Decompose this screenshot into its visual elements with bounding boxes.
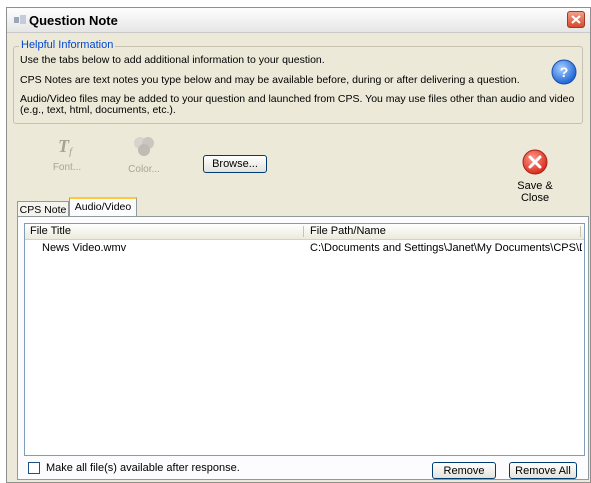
table-row[interactable]: News Video.wmv C:\Documents and Settings… bbox=[25, 241, 584, 255]
svg-text:f: f bbox=[69, 146, 74, 157]
color-label: Color... bbox=[128, 164, 160, 175]
make-available-label: Make all file(s) available after respons… bbox=[46, 462, 240, 474]
help-icon[interactable]: ? bbox=[550, 58, 578, 86]
info-legend: Helpful Information bbox=[19, 39, 116, 51]
save-close-label: Save & Close bbox=[517, 180, 553, 204]
info-line: CPS Notes are text notes you type below … bbox=[20, 74, 520, 86]
close-icon bbox=[571, 15, 581, 24]
app-icon bbox=[14, 15, 26, 24]
file-list-header: File Title File Path/Name bbox=[25, 224, 584, 240]
info-line: (e.g., text, html, documents, etc.). bbox=[20, 104, 176, 116]
audio-video-panel: File Title File Path/Name News Video.wmv… bbox=[17, 216, 589, 480]
browse-button[interactable]: Browse... bbox=[203, 155, 267, 173]
file-list[interactable]: File Title File Path/Name News Video.wmv… bbox=[24, 223, 585, 456]
file-title-cell: News Video.wmv bbox=[42, 242, 127, 254]
column-divider[interactable] bbox=[580, 226, 581, 237]
color-tool: Color... bbox=[124, 135, 164, 175]
window-title: Question Note bbox=[29, 13, 118, 28]
color-palette-icon bbox=[134, 137, 154, 156]
save-close-button[interactable]: Save & Close bbox=[503, 148, 567, 204]
column-divider[interactable] bbox=[303, 226, 304, 237]
question-note-window: Question Note Helpful Information Use th… bbox=[6, 7, 591, 483]
title-bar[interactable]: Question Note bbox=[7, 8, 590, 33]
close-button[interactable] bbox=[567, 11, 585, 28]
column-header-file-path[interactable]: File Path/Name bbox=[305, 224, 580, 239]
font-label: Font... bbox=[52, 162, 82, 173]
column-header-file-title[interactable]: File Title bbox=[25, 224, 303, 239]
remove-all-button[interactable]: Remove All bbox=[509, 462, 577, 479]
file-path-cell: C:\Documents and Settings\Janet\My Docum… bbox=[310, 242, 582, 254]
font-icon: T f bbox=[58, 136, 74, 158]
helpful-information-group: Helpful Information Use the tabs below t… bbox=[13, 39, 583, 124]
tab-cps-note[interactable]: CPS Note bbox=[17, 201, 69, 217]
remove-button[interactable]: Remove bbox=[432, 462, 496, 479]
font-tool: T f Font... bbox=[49, 135, 85, 173]
save-close-icon bbox=[522, 149, 548, 175]
tab-audio-video[interactable]: Audio/Video bbox=[69, 197, 137, 217]
info-line: Use the tabs below to add additional inf… bbox=[20, 54, 325, 66]
svg-text:?: ? bbox=[560, 64, 569, 80]
make-available-checkbox[interactable] bbox=[28, 462, 40, 474]
